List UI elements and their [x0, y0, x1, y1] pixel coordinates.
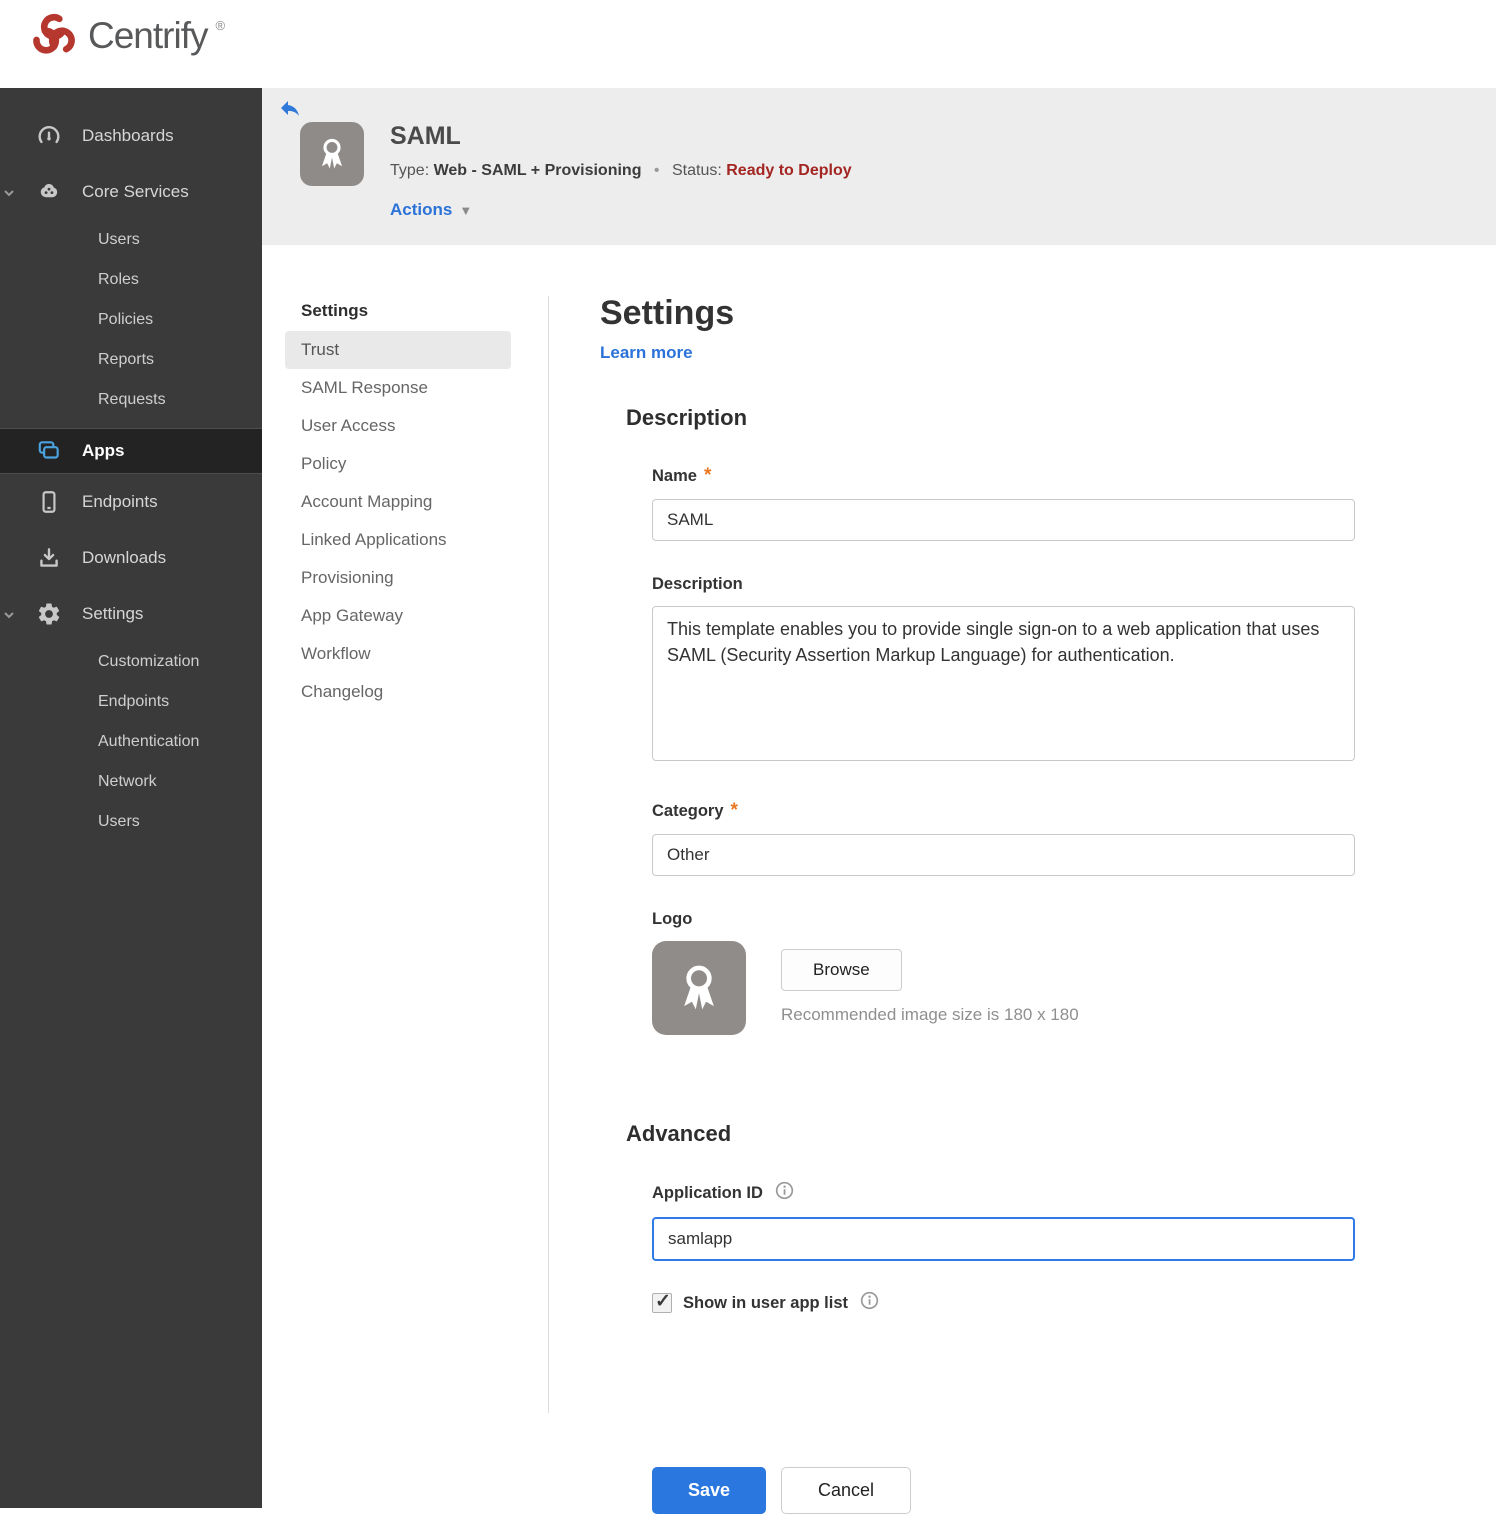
- section-heading: Settings: [600, 294, 735, 332]
- tab-user-access[interactable]: User Access: [285, 407, 511, 445]
- sidebar-item-roles[interactable]: Roles: [0, 260, 262, 300]
- sidebar-item-settings-endpoints[interactable]: Endpoints: [0, 682, 262, 722]
- back-arrow-icon[interactable]: [278, 96, 302, 120]
- sidebar-item-label: Settings: [82, 604, 144, 623]
- logo-size-hint: Recommended image size is 180 x 180: [781, 1005, 1079, 1024]
- tab-policy[interactable]: Policy: [285, 445, 511, 483]
- sidebar-item-core-services[interactable]: Core Services: [0, 164, 262, 220]
- checkmark-icon: ✓: [655, 1291, 671, 1312]
- tab-provisioning[interactable]: Provisioning: [285, 559, 511, 597]
- name-label: Name: [652, 466, 697, 485]
- category-label: Category: [652, 801, 724, 820]
- download-icon: [36, 545, 62, 571]
- logo-label-row: Logo: [652, 910, 1357, 929]
- top-bar: Centrify ®: [0, 0, 1496, 88]
- sidebar-item-label: Apps: [82, 441, 125, 460]
- tab-saml-response[interactable]: SAML Response: [285, 369, 511, 407]
- info-icon[interactable]: [775, 1181, 794, 1205]
- category-label-row: Category *: [652, 800, 1357, 822]
- settings-subnav-panel: Settings Trust SAML Response User Access…: [285, 293, 511, 711]
- gauge-icon: [36, 123, 62, 149]
- browse-button[interactable]: Browse: [781, 949, 902, 991]
- tab-linked-applications[interactable]: Linked Applications: [285, 521, 511, 559]
- application-id-field[interactable]: [652, 1217, 1355, 1261]
- tab-app-gateway[interactable]: App Gateway: [285, 597, 511, 635]
- advanced-heading: Advanced: [626, 1121, 732, 1146]
- sidebar-item-downloads[interactable]: Downloads: [0, 530, 262, 586]
- brand-name: Centrify: [88, 15, 208, 56]
- name-field[interactable]: [652, 499, 1355, 541]
- sidebar-item-settings-users[interactable]: Users: [0, 802, 262, 842]
- description-label-row: Description: [652, 575, 1357, 594]
- type-value: Web - SAML + Provisioning: [433, 162, 642, 179]
- ribbon-icon: [321, 138, 343, 169]
- gear-icon: [36, 601, 62, 627]
- tab-changelog[interactable]: Changelog: [285, 673, 511, 711]
- sidebar-item-settings[interactable]: Settings: [0, 586, 262, 642]
- caret-down-icon: ▼: [459, 202, 473, 218]
- sidebar-item-authentication[interactable]: Authentication: [0, 722, 262, 762]
- core-services-icon: [36, 179, 62, 205]
- show-in-user-app-list-checkbox[interactable]: ✓: [652, 1291, 672, 1313]
- app-logo-preview: [652, 941, 746, 1035]
- status-badge: Ready to Deploy: [726, 162, 852, 179]
- sidebar-item-label: Downloads: [82, 548, 167, 567]
- sidebar-item-dashboards[interactable]: Dashboards: [0, 108, 262, 164]
- sidebar-item-endpoints[interactable]: Endpoints: [0, 474, 262, 530]
- core-services-subnav: Users Roles Policies Reports Requests: [0, 220, 262, 420]
- status-label: Status:: [671, 162, 722, 179]
- settings-form: Settings Learn more Description Name * D…: [600, 280, 1357, 1514]
- sidebar-item-network[interactable]: Network: [0, 762, 262, 802]
- centrify-logo: Centrify ®: [28, 10, 225, 62]
- description-field[interactable]: This template enables you to provide sin…: [652, 606, 1355, 761]
- centrify-swirl-icon: [33, 13, 75, 54]
- tab-account-mapping[interactable]: Account Mapping: [285, 483, 511, 521]
- apps-icon: [36, 438, 62, 464]
- ribbon-icon: [684, 965, 714, 1010]
- subnav-title: Settings: [301, 301, 369, 320]
- content-divider: [548, 296, 549, 1413]
- category-field[interactable]: [652, 834, 1355, 876]
- sidebar-item-label: Endpoints: [82, 492, 158, 511]
- required-marker: *: [730, 800, 738, 821]
- description-label: Description: [652, 575, 743, 593]
- tab-trust[interactable]: Trust: [285, 331, 511, 369]
- cancel-button[interactable]: Cancel: [781, 1467, 911, 1514]
- actions-label: Actions: [390, 200, 453, 219]
- application-id-label-row: Application ID: [652, 1181, 1357, 1205]
- tab-workflow[interactable]: Workflow: [285, 635, 511, 673]
- description-heading: Description: [626, 405, 748, 430]
- registered-mark: ®: [215, 18, 226, 33]
- phone-icon: [36, 489, 62, 515]
- sidebar-item-users[interactable]: Users: [0, 220, 262, 260]
- info-icon[interactable]: [860, 1291, 879, 1315]
- application-id-label: Application ID: [652, 1183, 763, 1202]
- actions-dropdown[interactable]: Actions ▼: [390, 200, 472, 220]
- learn-more-link[interactable]: Learn more: [600, 343, 693, 363]
- meta-separator: •: [653, 162, 660, 179]
- sidebar-item-label: Dashboards: [82, 126, 174, 145]
- sidebar-item-apps[interactable]: Apps: [0, 428, 262, 474]
- save-button[interactable]: Save: [652, 1467, 766, 1514]
- sidebar: Dashboards Core Services Users Roles Pol…: [0, 88, 262, 1508]
- required-marker: *: [703, 465, 712, 486]
- type-label: Type:: [390, 162, 430, 179]
- sidebar-item-customization[interactable]: Customization: [0, 642, 262, 682]
- app-meta-line: Type: Web - SAML + Provisioning • Status…: [390, 162, 852, 180]
- chevron-down-icon[interactable]: [2, 607, 16, 621]
- page-title: SAML: [390, 122, 461, 150]
- sidebar-item-label: Core Services: [82, 182, 189, 201]
- app-logo-badge: [300, 122, 364, 186]
- settings-subnav: Customization Endpoints Authentication N…: [0, 642, 262, 842]
- sidebar-item-reports[interactable]: Reports: [0, 340, 262, 380]
- logo-label: Logo: [652, 910, 693, 928]
- sidebar-item-requests[interactable]: Requests: [0, 380, 262, 420]
- name-label-row: Name *: [652, 465, 1357, 487]
- app-header: SAML Type: Web - SAML + Provisioning • S…: [262, 88, 1496, 245]
- chevron-down-icon[interactable]: [2, 185, 16, 199]
- show-in-user-app-list-label: Show in user app list: [683, 1293, 849, 1312]
- sidebar-item-policies[interactable]: Policies: [0, 300, 262, 340]
